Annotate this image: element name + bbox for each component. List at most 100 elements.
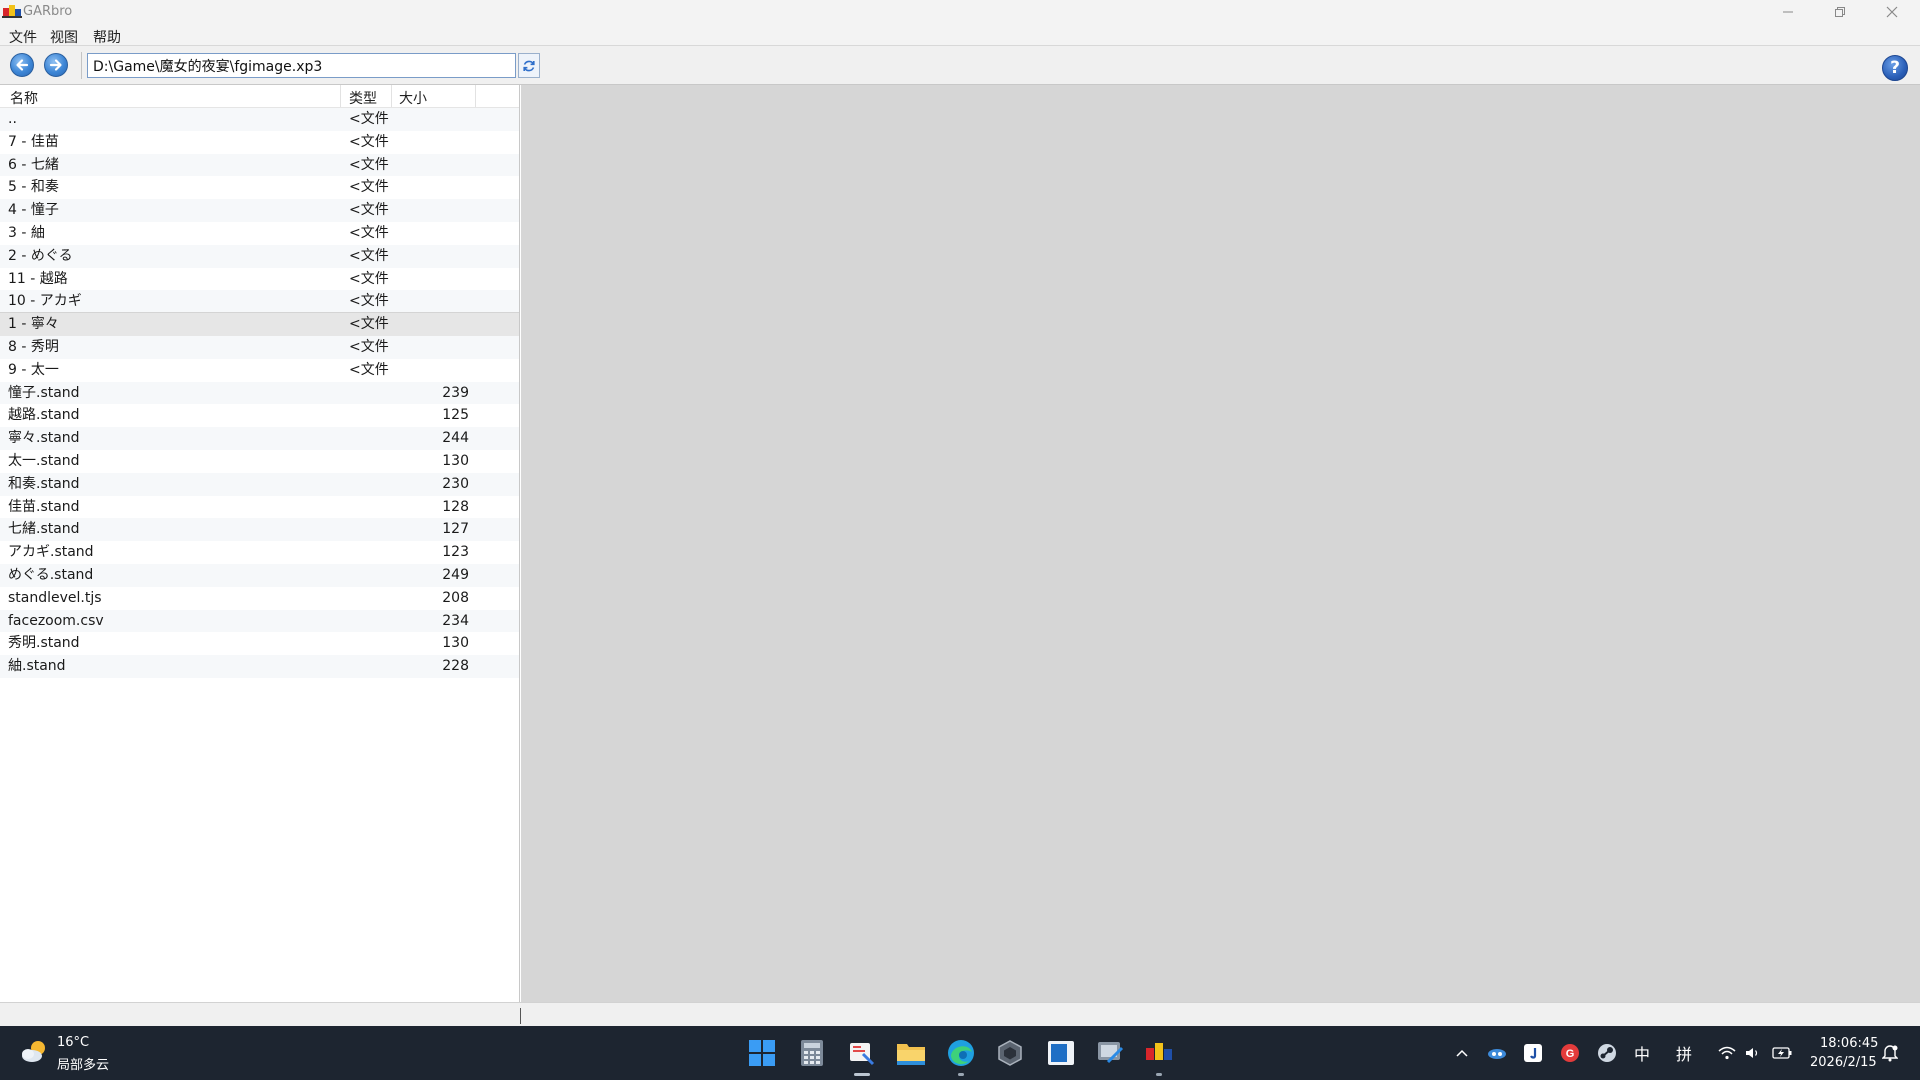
- tray-app-2[interactable]: [1523, 1040, 1543, 1066]
- file-name: 11 - 越路: [8, 270, 68, 287]
- list-item[interactable]: 1 - 寧々 <文件: [0, 312, 519, 337]
- file-name: 紬.stand: [8, 658, 66, 675]
- weather-description[interactable]: 局部多云: [57, 1054, 109, 1073]
- list-item[interactable]: アカギ.stand 123: [0, 541, 519, 564]
- column-divider[interactable]: [391, 85, 392, 107]
- file-type: <文件: [349, 133, 389, 150]
- taskbar-app-remote[interactable]: [1095, 1038, 1125, 1068]
- minimize-button[interactable]: [1762, 0, 1814, 24]
- taskbar-calculator[interactable]: [797, 1038, 827, 1068]
- g-app-icon: G: [1561, 1044, 1579, 1062]
- file-size: 239: [442, 384, 469, 401]
- list-item[interactable]: めぐる.stand 249: [0, 563, 519, 587]
- column-header-size[interactable]: 大小: [399, 88, 427, 108]
- hexagon-app-icon: [998, 1040, 1022, 1066]
- close-button[interactable]: [1866, 0, 1918, 24]
- taskbar-snipping-tool[interactable]: [847, 1038, 877, 1068]
- list-item[interactable]: 佳苗.stand 128: [0, 496, 519, 519]
- preview-pane: [521, 85, 1920, 1002]
- cloud-app-icon: [1488, 1049, 1506, 1059]
- battery-button[interactable]: [1771, 1040, 1793, 1066]
- list-item[interactable]: 和奏.stand 230: [0, 472, 519, 496]
- menu-view[interactable]: 视图: [50, 27, 78, 47]
- ime-mode[interactable]: 拼: [1674, 1040, 1694, 1066]
- file-size: 228: [442, 658, 469, 675]
- help-button[interactable]: ?: [1882, 55, 1908, 81]
- taskbar-garbro[interactable]: [1144, 1038, 1174, 1068]
- tray-steam[interactable]: [1596, 1040, 1618, 1066]
- weather-temperature[interactable]: 16°C: [57, 1035, 89, 1050]
- volume-button[interactable]: [1743, 1040, 1763, 1066]
- list-item[interactable]: 秀明.stand 130: [0, 632, 519, 655]
- list-item[interactable]: facezoom.csv 234: [0, 609, 519, 633]
- taskbar-app-window[interactable]: [1046, 1038, 1076, 1068]
- list-item[interactable]: 5 - 和奏 <文件: [0, 176, 519, 199]
- taskbar: 16°C 局部多云 G 中 拼 18:06:45 2026/2/15: [0, 1026, 1920, 1080]
- list-item[interactable]: 七緒.stand 127: [0, 518, 519, 542]
- restore-icon: [1835, 7, 1845, 17]
- file-list[interactable]: 名称 类型 大小 .. <文件 7 - 佳苗 <文件 6 - 七緒 <文件 5 - 和奏 <文…: [0, 85, 520, 1002]
- list-item[interactable]: 太一.stand 130: [0, 450, 519, 473]
- file-size: 130: [442, 452, 469, 469]
- battery-charging-icon: [1772, 1047, 1792, 1059]
- list-item[interactable]: 8 - 秀明 <文件: [0, 335, 519, 359]
- arrow-left-icon: [16, 59, 29, 71]
- file-name: めぐる.stand: [8, 566, 94, 583]
- file-name: 佳苗.stand: [8, 498, 80, 515]
- taskbar-edge-browser[interactable]: [946, 1038, 976, 1068]
- list-item[interactable]: 寧々.stand 244: [0, 427, 519, 450]
- start-button[interactable]: [747, 1038, 777, 1068]
- list-item[interactable]: .. <文件: [0, 108, 519, 131]
- list-item[interactable]: 10 - アカギ <文件: [0, 290, 519, 314]
- tray-app-3[interactable]: G: [1560, 1040, 1580, 1066]
- refresh-button[interactable]: [518, 53, 540, 78]
- clock-time[interactable]: 18:06:45: [1820, 1036, 1878, 1051]
- list-item[interactable]: 11 - 越路 <文件: [0, 268, 519, 291]
- list-item[interactable]: standlevel.tjs 208: [0, 587, 519, 610]
- clock-date[interactable]: 2026/2/15: [1810, 1055, 1877, 1070]
- file-size: 230: [442, 475, 469, 492]
- notifications-button[interactable]: [1880, 1040, 1900, 1066]
- partly-cloudy-icon[interactable]: [20, 1038, 50, 1066]
- toolbar: ?: [0, 46, 1920, 85]
- back-button[interactable]: [10, 53, 34, 77]
- list-header: 名称 类型 大小: [0, 85, 519, 108]
- list-item[interactable]: 9 - 太一 <文件: [0, 359, 519, 382]
- file-name: 6 - 七緒: [8, 156, 59, 173]
- column-header-name[interactable]: 名称: [10, 88, 38, 108]
- list-item[interactable]: 3 - 紬 <文件: [0, 222, 519, 245]
- wifi-icon: [1718, 1046, 1736, 1060]
- column-header-type[interactable]: 类型: [349, 88, 377, 108]
- menu-bar: 文件 视图 帮助: [0, 24, 1920, 46]
- file-type: <文件: [349, 224, 389, 241]
- list-item[interactable]: 憧子.stand 239: [0, 381, 519, 405]
- list-item[interactable]: 6 - 七緒 <文件: [0, 153, 519, 177]
- column-divider[interactable]: [340, 85, 341, 107]
- garbro-app-icon: [1146, 1043, 1172, 1060]
- restore-button[interactable]: [1814, 0, 1866, 24]
- list-item[interactable]: 4 - 憧子 <文件: [0, 199, 519, 222]
- file-name: 1 - 寧々: [8, 316, 59, 333]
- file-type: <文件: [349, 270, 389, 287]
- wifi-button[interactable]: [1716, 1040, 1738, 1066]
- running-indicator: [958, 1073, 964, 1076]
- file-name: アカギ.stand: [8, 544, 94, 561]
- ime-language[interactable]: 中: [1632, 1040, 1652, 1066]
- list-item[interactable]: 2 - めぐる <文件: [0, 244, 519, 268]
- path-input[interactable]: [87, 53, 516, 78]
- list-item[interactable]: 越路.stand 125: [0, 404, 519, 427]
- notification-bell-icon: [1882, 1045, 1898, 1062]
- show-hidden-icons-button[interactable]: [1452, 1040, 1472, 1066]
- taskbar-app-hexagon[interactable]: [995, 1038, 1025, 1068]
- menu-help[interactable]: 帮助: [93, 27, 121, 47]
- tray-app-1[interactable]: [1486, 1040, 1508, 1066]
- taskbar-file-explorer[interactable]: [896, 1038, 926, 1068]
- edge-browser-icon: [948, 1040, 974, 1066]
- file-name: 10 - アカギ: [8, 293, 82, 310]
- list-item[interactable]: 7 - 佳苗 <文件: [0, 131, 519, 154]
- menu-file[interactable]: 文件: [9, 27, 37, 47]
- forward-button[interactable]: [44, 53, 68, 77]
- list-item[interactable]: 紬.stand 228: [0, 655, 519, 678]
- column-divider[interactable]: [475, 85, 476, 107]
- file-type: <文件: [349, 338, 389, 355]
